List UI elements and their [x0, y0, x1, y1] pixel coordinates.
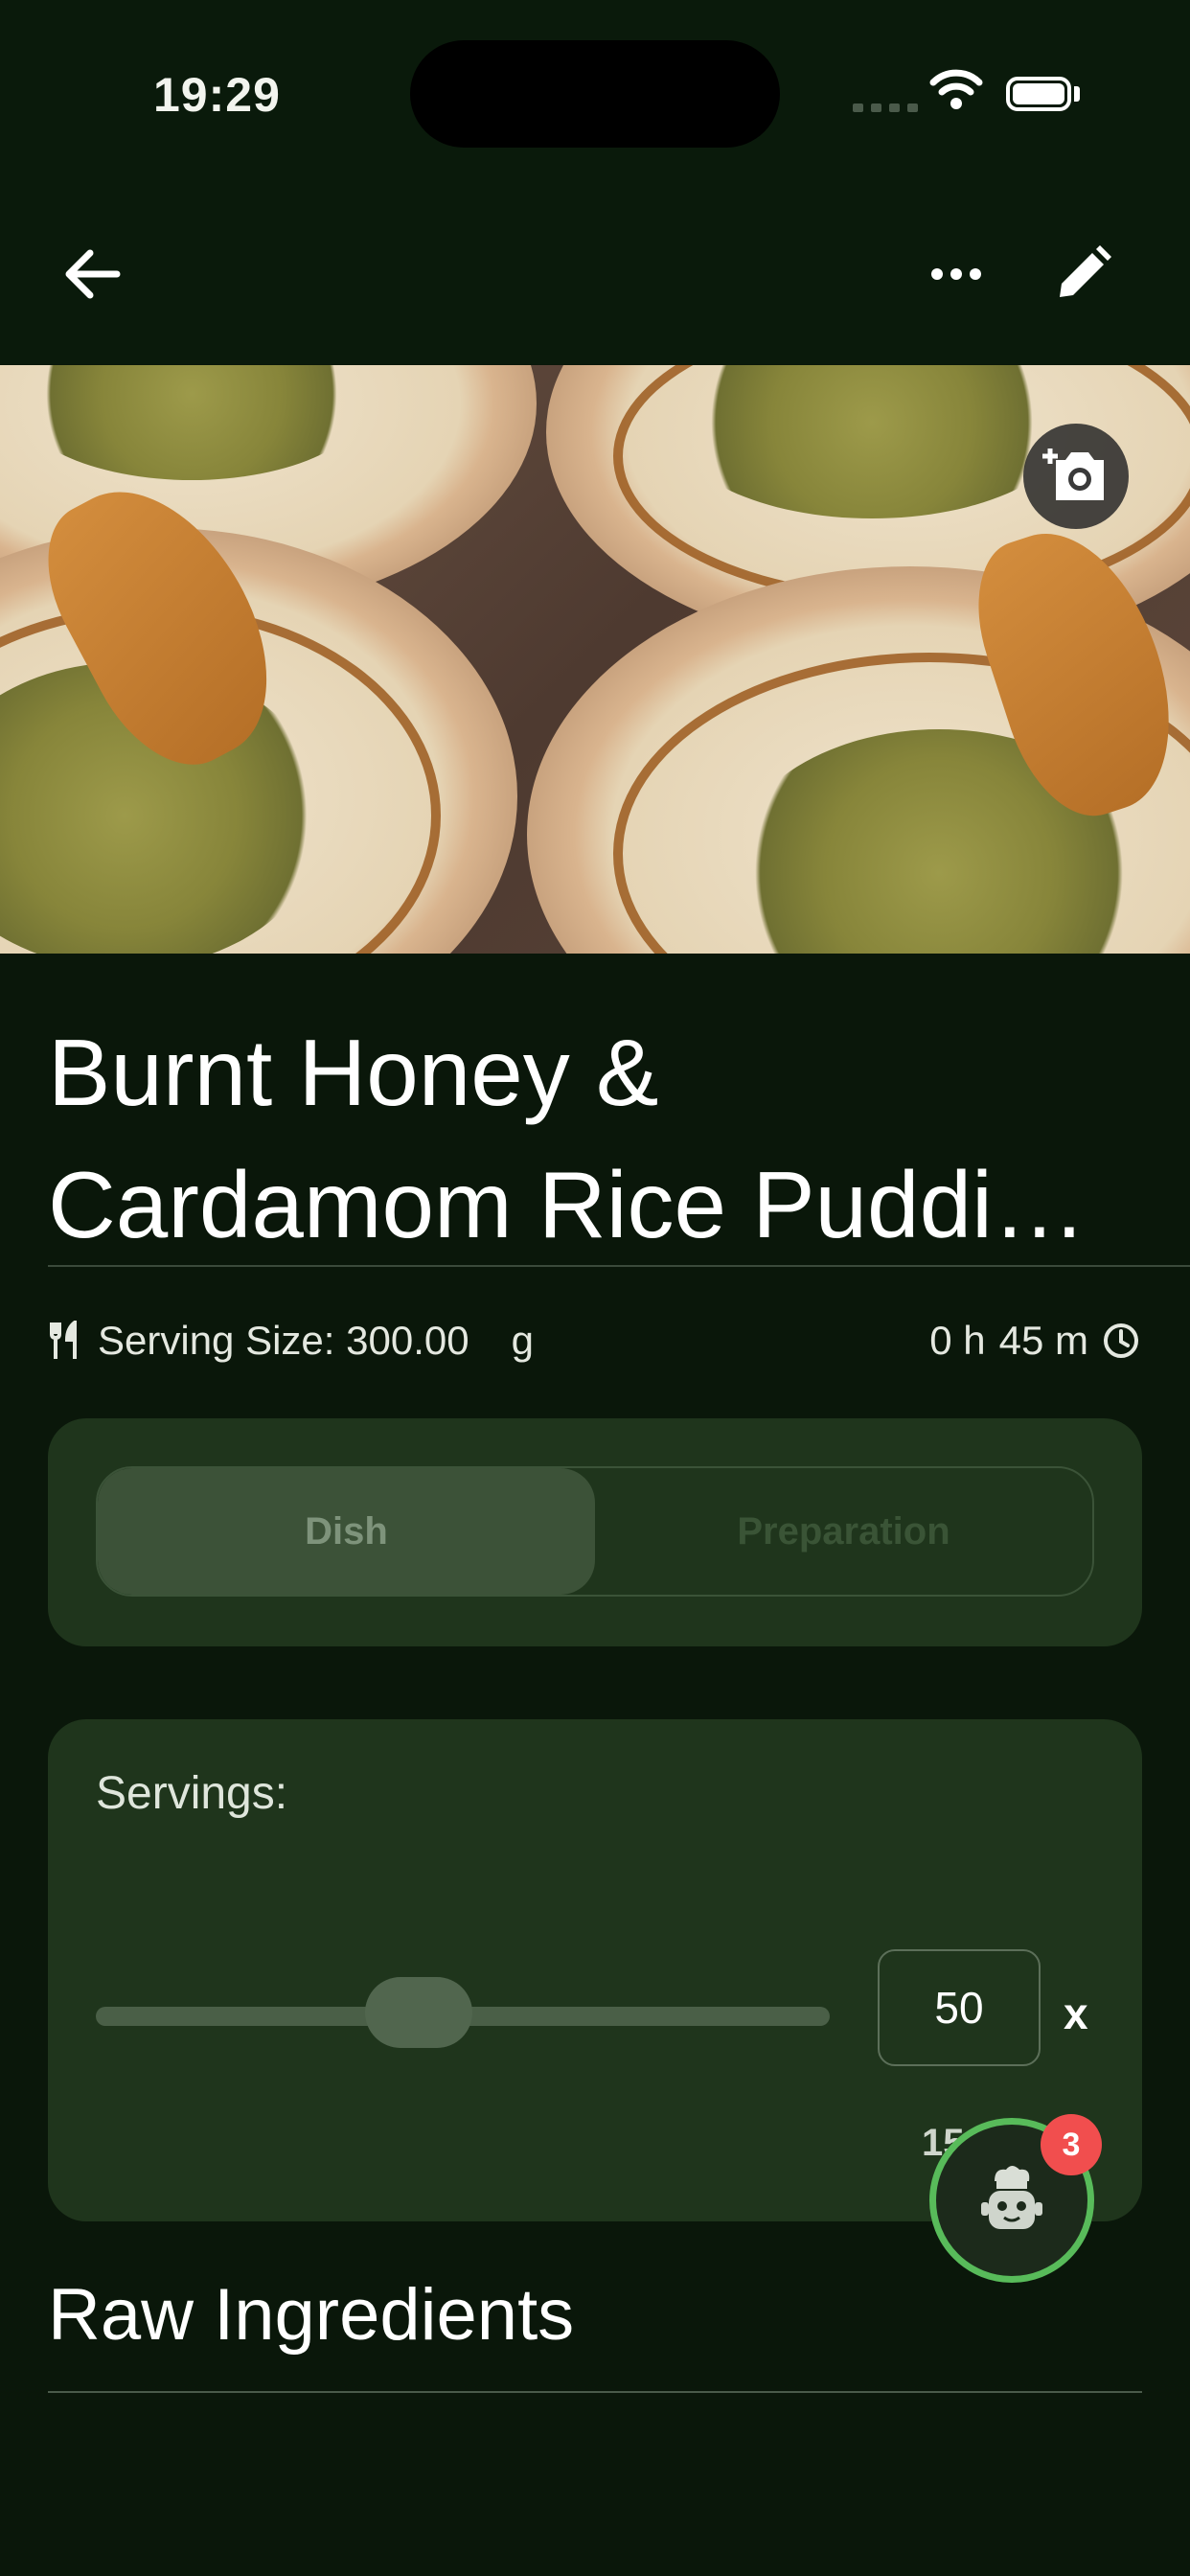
- recipe-photo: [0, 365, 1190, 954]
- view-toggle-card: Dish Preparation: [48, 1418, 1142, 1646]
- app-bar: [0, 192, 1190, 364]
- edit-button[interactable]: [1035, 226, 1131, 322]
- cellular-signal-icon: [853, 104, 918, 112]
- chef-robot-icon: [981, 2166, 1042, 2229]
- serving-size-label: Serving Size: 300.00: [98, 1318, 469, 1363]
- recipe-title-line-2: Cardamom Rice Puddi…: [48, 1152, 1087, 1257]
- status-bar: 19:29: [0, 0, 1190, 192]
- utensils-icon: [50, 1321, 77, 1359]
- serving-size-unit: g: [511, 1318, 534, 1363]
- recipe-title: Burnt Honey & Cardamom Rice Puddi…: [48, 1006, 1179, 1271]
- section-divider: [48, 2391, 1142, 2393]
- more-icon: [931, 268, 981, 280]
- recipe-title-line-1: Burnt Honey &: [48, 1020, 659, 1125]
- servings-input[interactable]: 50: [878, 1949, 1041, 2066]
- tab-dish[interactable]: Dish: [98, 1468, 595, 1595]
- battery-icon: [1006, 77, 1071, 111]
- back-button[interactable]: [44, 226, 140, 322]
- clock-icon: [1104, 1323, 1138, 1358]
- servings-slider-thumb[interactable]: [365, 1977, 473, 2048]
- raw-ingredients-heading: Raw Ingredients: [48, 2274, 575, 2356]
- more-button[interactable]: [908, 226, 1004, 322]
- servings-multiplier: x: [1064, 1989, 1088, 2038]
- servings-label: Servings:: [96, 1768, 288, 1819]
- view-toggle: Dish Preparation: [96, 1466, 1094, 1597]
- cook-time: 0 h 45 m: [929, 1318, 1140, 1364]
- status-time: 19:29: [153, 68, 281, 122]
- title-divider: [48, 1265, 1190, 1267]
- add-photo-button[interactable]: [1023, 424, 1129, 529]
- add-photo-icon: [1042, 448, 1104, 500]
- assistant-badge: 3: [1041, 2114, 1102, 2175]
- back-arrow-icon: [65, 249, 121, 299]
- cook-time-hours: 0 h: [929, 1318, 986, 1363]
- battery-tip: [1074, 86, 1080, 102]
- wifi-icon: [929, 69, 983, 109]
- serving-size: Serving Size: 300.00 g: [48, 1318, 534, 1364]
- tab-preparation[interactable]: Preparation: [595, 1468, 1092, 1595]
- edit-pencil-icon: [1060, 245, 1111, 297]
- dynamic-island: [410, 40, 780, 148]
- cook-time-minutes: 45 m: [998, 1318, 1088, 1363]
